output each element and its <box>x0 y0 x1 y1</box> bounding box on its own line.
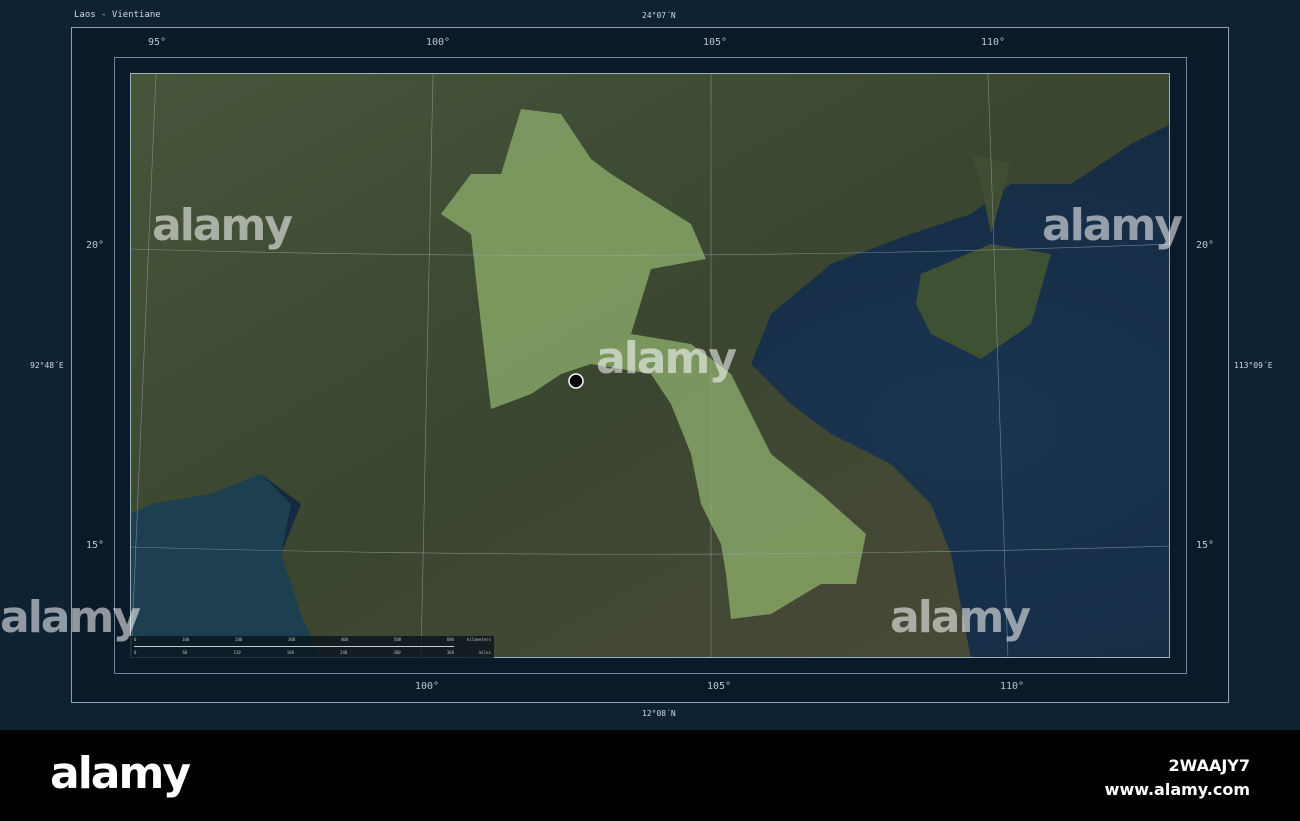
site-url[interactable]: www.alamy.com <box>1105 778 1250 802</box>
scale-km: 100 <box>182 637 190 642</box>
lat-tick: 20° <box>1196 240 1215 251</box>
footer-bar: alamy 2WAAJY7 www.alamy.com <box>0 730 1300 821</box>
scale-mi: 300 <box>393 650 401 655</box>
lon-tick: 105° <box>707 681 732 692</box>
north-coord: 24°07´N <box>642 11 676 20</box>
watermark: alamy <box>596 333 737 384</box>
scale-mi: 180 <box>286 650 294 655</box>
lon-tick: 100° <box>415 681 440 692</box>
east-coord: 113°09´E <box>1234 361 1273 370</box>
scale-km-unit: kilometers <box>466 637 491 642</box>
scale-mi: 240 <box>340 650 348 655</box>
scale-km: 300 <box>287 637 296 642</box>
vientiane-marker <box>568 373 584 389</box>
lon-tick: 110° <box>1000 681 1025 692</box>
scale-km: 200 <box>235 637 243 642</box>
scale-mi: 60 <box>182 650 188 655</box>
alamy-logo: alamy <box>50 748 191 799</box>
south-coord: 12°08´N <box>642 709 676 718</box>
scale-km: 400 <box>340 637 349 642</box>
scale-km: 600 <box>446 637 454 642</box>
image-id: 2WAAJY7 <box>1168 756 1251 775</box>
watermark: alamy <box>152 200 293 251</box>
watermark: alamy <box>890 592 1031 643</box>
scale-mi-unit: miles <box>478 650 491 655</box>
scale-bar: 0 100 200 300 400 500 600 0 60 120 180 240 300 360 k… <box>130 636 494 658</box>
scale-mi: 0 <box>134 650 137 655</box>
west-coord: 92°48´E <box>30 361 64 370</box>
stock-info: 2WAAJY7 www.alamy.com <box>1105 754 1250 802</box>
map-title: Laos - Vientiane <box>74 10 161 20</box>
lon-tick: 105° <box>703 37 728 48</box>
watermark: alamy <box>0 592 141 643</box>
lat-tick: 15° <box>1196 540 1215 551</box>
lat-tick: 15° <box>86 540 105 551</box>
scale-km: 500 <box>393 637 402 642</box>
lon-tick: 95° <box>148 37 167 48</box>
lon-tick: 100° <box>426 37 451 48</box>
scale-mi: 120 <box>233 650 241 655</box>
lon-tick: 110° <box>981 37 1006 48</box>
lat-tick: 20° <box>86 240 105 251</box>
watermark: alamy <box>1042 200 1183 251</box>
map-canvas: Laos - Vientiane 24°07´N 12°08´N 92°48´E… <box>0 0 1300 730</box>
scale-mi: 360 <box>446 650 454 655</box>
